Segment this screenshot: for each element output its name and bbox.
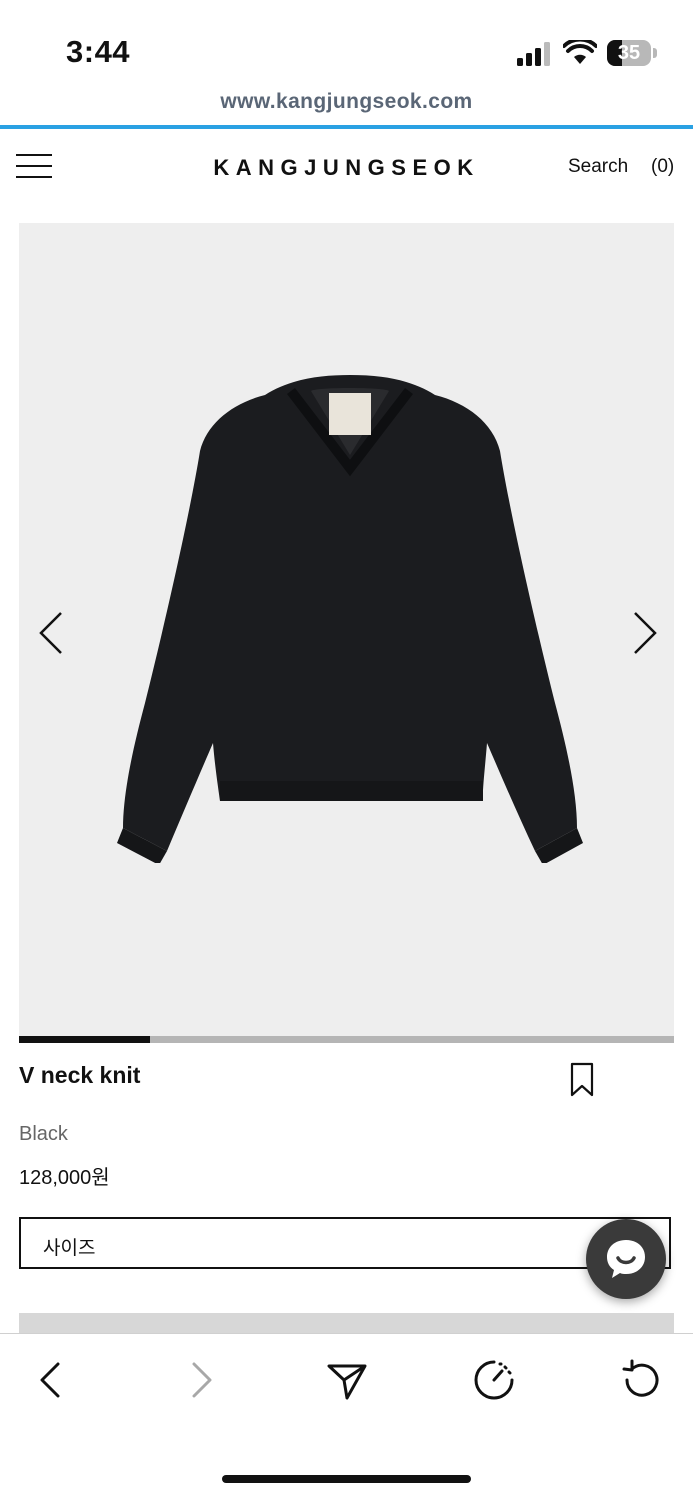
share-icon[interactable] [325,1358,369,1402]
gallery-progress-fill [19,1036,150,1043]
forward-icon[interactable] [178,1358,222,1402]
speed-icon[interactable] [472,1358,516,1402]
gallery-progress-track[interactable] [19,1036,674,1043]
status-time: 3:44 [66,34,131,69]
url-bar[interactable]: www.kangjungseok.com [0,90,693,114]
chat-icon [607,1240,645,1278]
signal-icon [517,42,550,66]
chevron-right-icon[interactable] [625,608,665,658]
status-bar: 3:44 35 [0,0,693,90]
product-name: V neck knit [19,1062,141,1088]
sweater-image [117,375,583,863]
battery-cap [653,48,657,58]
add-to-cart-area [19,1313,674,1335]
chevron-left-icon[interactable] [31,608,71,658]
page-load-bar [0,125,693,129]
bookmark-icon[interactable] [568,1062,596,1098]
battery-level: 35 [617,42,641,64]
reload-icon[interactable] [619,1358,663,1402]
search-link[interactable]: Search [568,156,628,178]
wifi-icon [563,40,597,64]
home-indicator [222,1475,471,1483]
menu-icon[interactable] [16,154,52,180]
product-image[interactable] [19,223,674,1036]
product-color: Black [19,1123,68,1145]
battery-indicator: 35 [607,40,659,68]
size-select-label: 사이즈 [43,1238,96,1259]
chat-button[interactable] [586,1219,666,1299]
product-price: 128,000원 [19,1167,110,1189]
battery-body: 35 [607,40,651,66]
cart-link[interactable]: (0) [651,156,674,178]
size-select[interactable]: 사이즈 [19,1217,671,1269]
back-icon[interactable] [30,1358,74,1402]
